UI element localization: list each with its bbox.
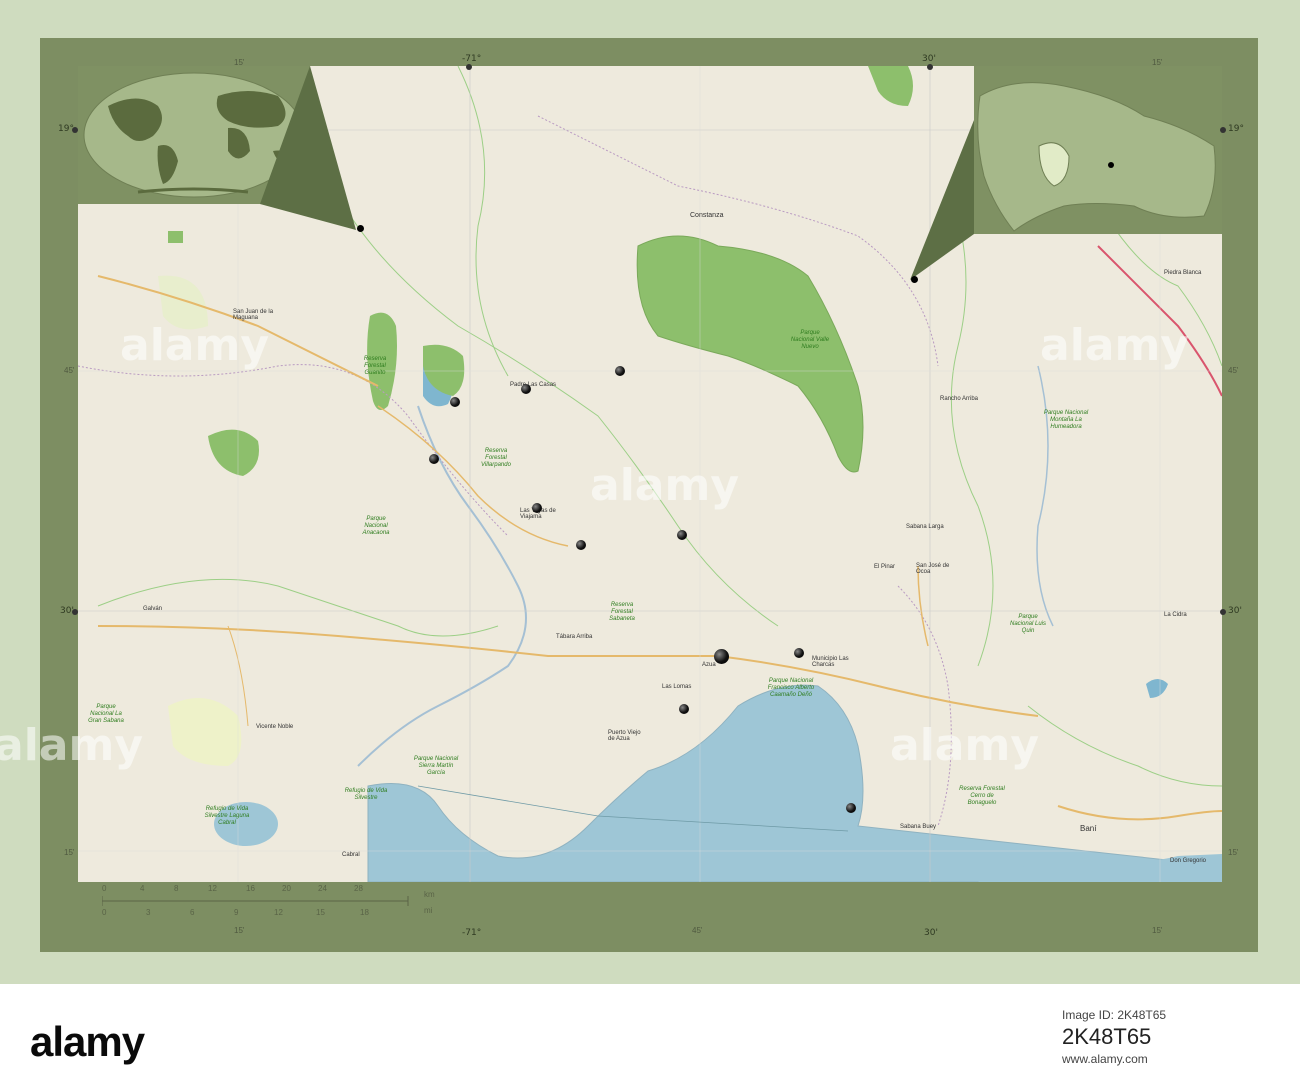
tick-dot: [927, 64, 933, 70]
park-label-bahia-ocoa: Refugio de Vida Silvestre: [344, 788, 388, 801]
label-sabana-larga: Sabana Larga: [906, 524, 944, 530]
marker-capital[interactable]: [714, 649, 729, 664]
scale-km-24: 24: [318, 884, 327, 893]
coord-minor-top-15: 15': [234, 58, 245, 67]
park-label-cerro-bonaguelo: Reserva Forestal Cerro de Bonaguelo: [959, 786, 1005, 806]
coord-minor-left-15: 15': [64, 848, 75, 857]
coord-minor-bottom-15b: 15': [1152, 926, 1163, 935]
label-sabana-buey: Sabana Buey: [900, 824, 937, 830]
world-inset-pointer: [260, 66, 356, 230]
label-vicente-noble: Vicente Noble: [256, 724, 294, 730]
country-inset-marker: [1108, 162, 1114, 168]
image-id-label: Image ID: 2K48T65: [1062, 1008, 1167, 1022]
label-padre-las-casas: Padre Las Casas: [510, 382, 557, 388]
park-valle-nuevo: [636, 235, 864, 473]
world-inset-anchor: [357, 225, 364, 232]
scale-km-12: 12: [208, 884, 217, 893]
tick-dot: [72, 609, 78, 615]
scale-mi-3: 3: [146, 908, 151, 917]
tick-dot: [1220, 609, 1226, 615]
park-label-humeadora: Parque Nacional Montaña La Humeadora: [1043, 410, 1089, 430]
sea: [367, 684, 1222, 882]
park-label-laguna-cabral: Refugio de Vida Silvestre Laguna Cabral: [204, 806, 250, 826]
coord-minor-bottom-45: 45': [692, 926, 703, 935]
label-piedra-blanca: Piedra Blanca: [1164, 270, 1202, 276]
scale-mi-6: 6: [190, 908, 195, 917]
scale-km-8: 8: [174, 884, 179, 893]
watermark-1: alamy: [120, 320, 269, 371]
scale-bar: [102, 896, 409, 906]
marker-6[interactable]: [576, 540, 586, 550]
scale-km-4: 4: [140, 884, 145, 893]
label-cabral: Cabral: [342, 852, 360, 858]
marker-3[interactable]: [450, 397, 460, 407]
label-constanza: Constanza: [690, 212, 724, 219]
park-label-sierra-martin-garcia: Parque Nacional Sierra Martín García: [413, 756, 459, 776]
country-inset-pointer: [910, 120, 974, 280]
park-label-valle-nuevo: Parque Nacional Valle Nuevo: [790, 330, 830, 350]
coord-minor-bottom-15: 15': [234, 926, 245, 935]
country-inset-anchor: [911, 276, 918, 283]
watermark-3: alamy: [1040, 320, 1189, 371]
park-label-luis-quin: Parque Nacional Luis Quin: [1009, 614, 1047, 634]
marker-5[interactable]: [532, 503, 542, 513]
scale-mi-0: 0: [102, 908, 107, 917]
tick-dot: [466, 64, 472, 70]
coord-bottom-right: 30': [924, 928, 938, 938]
marker-10[interactable]: [846, 803, 856, 813]
park-label-sabaneta: Reserva Forestal Sabaneta: [609, 602, 635, 622]
label-azua: Azua: [702, 662, 716, 668]
label-tabara-arriba: Tábara Arriba: [556, 634, 593, 640]
label-don-gregorio: Don Gregorio: [1170, 858, 1207, 864]
coord-minor-top-15b: 15': [1152, 58, 1163, 67]
marker-2[interactable]: [615, 366, 625, 376]
scale-mi-15: 15: [316, 908, 325, 917]
scale-km-28: 28: [354, 884, 363, 893]
coord-minor-left-45: 45': [64, 366, 75, 375]
scale-mi-unit: mi: [424, 906, 433, 915]
coord-right-mid: 30': [1228, 606, 1242, 616]
label-bani: Baní: [1080, 824, 1097, 833]
country-inset: [974, 66, 1222, 234]
coord-minor-right-45: 45': [1228, 366, 1239, 375]
scale-mi-12: 12: [274, 908, 283, 917]
coord-bottom-center: -71°: [462, 928, 482, 938]
scale-mi-9: 9: [234, 908, 239, 917]
scale-mi-18: 18: [360, 908, 369, 917]
label-el-pinar: El Pinar: [874, 564, 896, 570]
marker-1[interactable]: [521, 384, 531, 394]
watermark-2: alamy: [590, 460, 739, 511]
scale-bar-strip: 0 4 8 12 16 20 24 28 0 3 6 9 12 15 18 km…: [78, 882, 1222, 924]
label-san-jose-ocoa: San José de Ocoa: [916, 563, 950, 575]
scale-km-16: 16: [246, 884, 255, 893]
watermark-5: alamy: [890, 720, 1039, 771]
watermark-4: alamy: [0, 720, 143, 771]
scale-km-unit: km: [424, 890, 435, 899]
park-label-villarpando: Reserva Forestal Villarpando: [481, 448, 511, 468]
tick-dot: [72, 127, 78, 133]
label-puerto-viejo: Puerto Viejo de Azua: [608, 730, 641, 742]
label-galvan: Galván: [143, 606, 163, 612]
label-las-lomas: Las Lomas: [662, 684, 692, 690]
park-label-guanito: Reserva Forestal Guanito: [363, 356, 387, 376]
site-url[interactable]: www.alamy.com: [1062, 1052, 1148, 1066]
image-id: 2K48T65: [1062, 1024, 1152, 1049]
alamy-logo[interactable]: alamy: [30, 1018, 145, 1066]
coord-top-right: 30': [922, 54, 936, 64]
coord-right-top: 19°: [1228, 124, 1244, 134]
label-la-cidra: La Cidra: [1164, 612, 1187, 618]
coord-top-center: -71°: [462, 54, 482, 64]
tick-dot: [1220, 127, 1226, 133]
scale-km-20: 20: [282, 884, 291, 893]
marker-9[interactable]: [679, 704, 689, 714]
marker-8[interactable]: [794, 648, 804, 658]
label-municipio-las-charcas: Municipio Las Charcas: [812, 656, 849, 668]
park-label-francisco-caamano: Parque Nacional Francisco Alberto Caamañ…: [767, 678, 815, 698]
marker-4[interactable]: [429, 454, 439, 464]
marker-7[interactable]: [677, 530, 687, 540]
label-rancho-arriba: Rancho Arriba: [940, 396, 979, 402]
coord-minor-right-15: 15': [1228, 848, 1239, 857]
park-label-anacaona: Parque Nacional Anacaona: [362, 516, 390, 536]
scale-km-0: 0: [102, 884, 107, 893]
